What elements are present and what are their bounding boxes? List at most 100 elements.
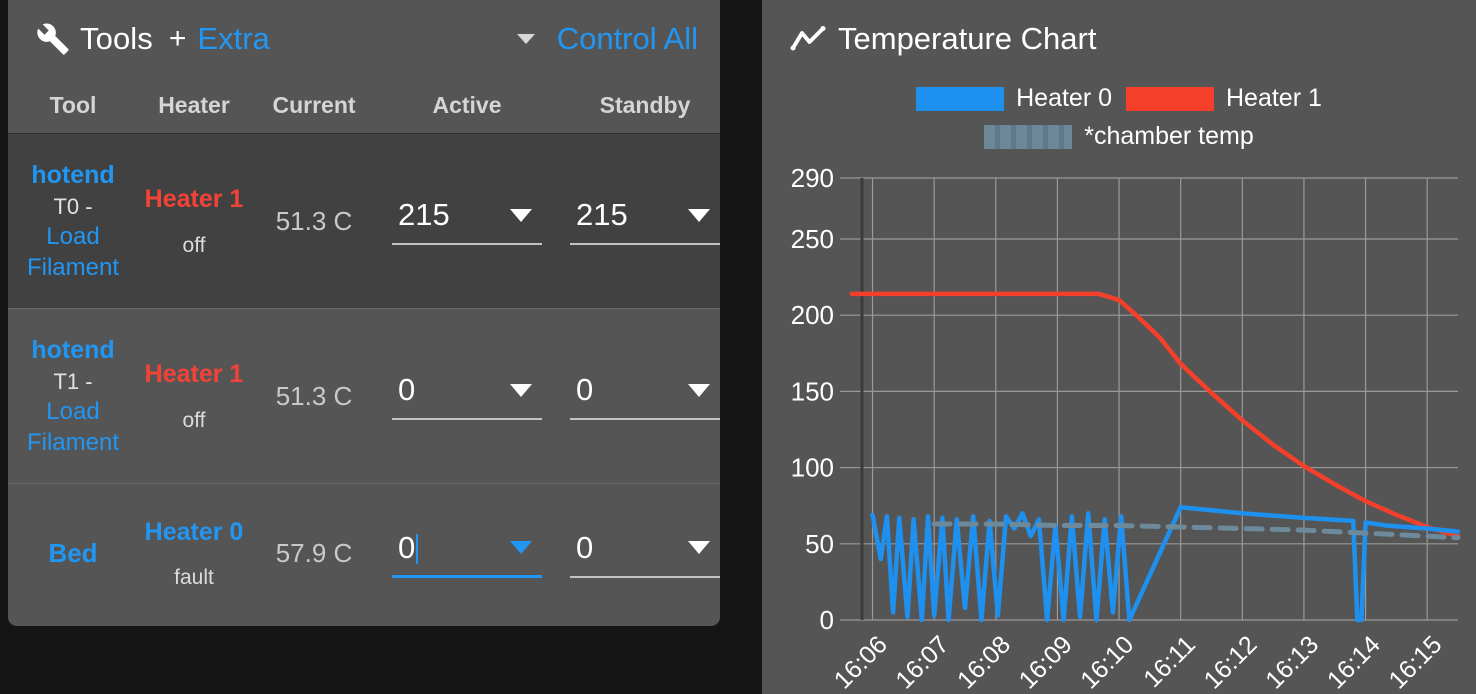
x-tick-label: 16:06 [829, 630, 893, 694]
wrench-icon [37, 23, 69, 55]
series-heater-1 [849, 291, 1461, 539]
line-chart-icon [790, 25, 826, 51]
tools-table-header: Tool Heater Current Active Standby [8, 78, 720, 133]
tool-cell: hotend T0 - Load Filament [8, 159, 138, 284]
standby-temp-cell: 215 [556, 197, 720, 245]
standby-temp-value: 0 [576, 529, 594, 565]
active-temp-select[interactable]: 0 [392, 372, 542, 420]
chevron-down-icon [688, 383, 710, 397]
legend-swatch-heater-0 [916, 86, 1005, 111]
x-tick-label: 16:15 [1383, 630, 1447, 694]
current-temperature: 57.9 C [275, 538, 353, 568]
app-root: Tools + Extra Control All Tool Heater Cu… [0, 0, 1476, 694]
chevron-down-icon [510, 208, 532, 222]
current-temperature: 51.3 C [275, 205, 353, 236]
temperature-chart-panel: Temperature Chart Heater 0 Heater 1 *cha… [762, 0, 1476, 694]
standby-temp-cell: 0 [556, 372, 720, 420]
current-temperature: 51.3 C [275, 380, 353, 411]
standby-temp-select[interactable]: 0 [570, 372, 720, 420]
heater-link[interactable]: Heater 0 [145, 516, 244, 549]
legend-swatch-heater-1 [1126, 86, 1214, 111]
legend-swatch-chamber-temp [984, 124, 1073, 149]
chevron-down-icon[interactable] [516, 34, 535, 44]
add-tool-plus[interactable]: + [169, 22, 187, 56]
y-tick-label: 0 [820, 605, 834, 635]
heater-state: fault [174, 566, 214, 590]
chart-title: Temperature Chart [838, 21, 1097, 56]
standby-temp-value: 0 [576, 372, 594, 407]
heater-cell: Heater 1 off [138, 358, 250, 434]
chevron-down-icon [688, 208, 710, 222]
active-temp-value: 215 [398, 197, 450, 232]
x-tick-label: 16:07 [890, 630, 954, 694]
y-tick-label: 200 [791, 300, 834, 330]
heater-link[interactable]: Heater 1 [145, 183, 244, 216]
x-tick-label: 16:11 [1138, 630, 1201, 693]
x-tick-label: 16:12 [1199, 630, 1263, 694]
x-tick-label: 16:14 [1322, 630, 1386, 694]
tool-cell: hotend T1 - Load Filament [8, 334, 138, 459]
tools-panel: Tools + Extra Control All Tool Heater Cu… [8, 0, 720, 626]
chart-panel-header: Temperature Chart [762, 0, 1476, 78]
heater-state: off [182, 233, 206, 257]
tool-name-link[interactable]: hotend [31, 334, 114, 366]
column-header-current: Current [272, 92, 356, 118]
legend-row-1: Heater 0 Heater 1 [762, 84, 1476, 113]
chart-svg: 05010015020025029016:0616:0716:0816:0916… [791, 163, 1461, 694]
active-temp-cell: 0 [378, 372, 556, 420]
legend-item-heater-1[interactable]: Heater 1 [1126, 84, 1322, 113]
column-header-standby: Standby [599, 92, 691, 118]
legend-item-chamber-temp[interactable]: *chamber temp [984, 122, 1254, 151]
tools-panel-header: Tools + Extra Control All [8, 0, 720, 78]
extra-link[interactable]: Extra [197, 21, 269, 57]
chevron-down-icon [510, 541, 532, 554]
legend-label-heater-0: Heater 0 [1016, 84, 1112, 112]
y-tick-label: 50 [805, 529, 834, 559]
standby-temp-value: 215 [576, 197, 628, 232]
heater-state: off [182, 408, 206, 432]
table-row: hotend T0 - Load Filament Heater 1 off 5… [8, 133, 720, 308]
load-filament-link[interactable]: Load Filament [12, 396, 134, 458]
x-tick-label: 16:10 [1075, 630, 1139, 694]
legend-item-heater-0[interactable]: Heater 0 [916, 84, 1112, 113]
standby-temp-select[interactable]: 215 [570, 197, 720, 245]
control-all-link[interactable]: Control All [557, 21, 698, 57]
load-filament-link[interactable]: Load Filament [12, 221, 134, 283]
table-row: Bed Heater 0 fault 57.9 C 0 0 [8, 483, 720, 623]
y-tick-label: 150 [791, 376, 834, 406]
tool-slot-label: T1 - [53, 368, 93, 394]
legend-row-2: *chamber temp [762, 122, 1476, 151]
y-tick-label: 250 [791, 224, 834, 254]
active-temp-value: 0 [398, 372, 416, 407]
active-temp-select[interactable]: 0 [392, 530, 542, 578]
bed-name-link[interactable]: Bed [48, 537, 97, 570]
standby-temp-select[interactable]: 0 [570, 530, 720, 578]
standby-temp-cell: 0 [556, 530, 720, 578]
heater-cell: Heater 1 off [138, 183, 250, 259]
chevron-down-icon [510, 383, 532, 397]
legend-label-heater-1: Heater 1 [1226, 84, 1322, 112]
chart-plot-area[interactable]: 0 50 100 150 200 250 290 16:06 16:07 16:08 16:09 16… [762, 160, 1476, 694]
heater-link[interactable]: Heater 1 [145, 358, 244, 391]
heater-cell: Heater 0 fault [138, 516, 250, 592]
column-header-heater: Heater [158, 92, 230, 118]
x-tick-label: 16:13 [1260, 630, 1324, 694]
y-tick-label: 290 [791, 163, 834, 193]
active-temp-select[interactable]: 215 [392, 197, 542, 245]
column-header-tool: Tool [49, 92, 97, 118]
active-temp-cell: 0 [378, 530, 556, 578]
chart-legend: Heater 0 Heater 1 *chamber temp [762, 78, 1476, 151]
legend-label-chamber-temp: *chamber temp [1084, 122, 1254, 150]
tool-slot-label: T0 - [53, 193, 93, 219]
column-header-active: Active [432, 92, 502, 118]
text-cursor [416, 533, 419, 564]
x-tick-label: 16:08 [952, 630, 1016, 694]
tool-cell: Bed [8, 537, 138, 570]
active-temp-text: 0 [398, 529, 416, 565]
x-tick-label: 16:09 [1014, 630, 1078, 694]
table-row: hotend T1 - Load Filament Heater 1 off 5… [8, 308, 720, 483]
y-tick-label: 100 [791, 453, 834, 483]
tool-name-link[interactable]: hotend [31, 159, 114, 191]
chevron-down-icon [688, 541, 710, 554]
tools-title: Tools [80, 21, 153, 56]
